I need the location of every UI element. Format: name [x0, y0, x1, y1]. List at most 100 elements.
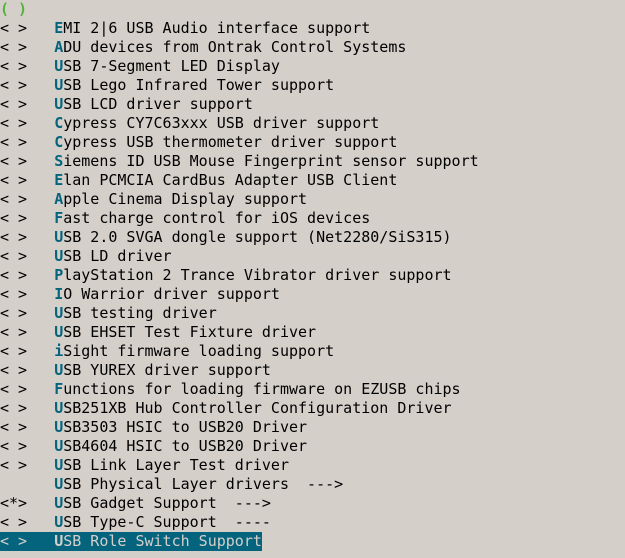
menu-item[interactable]: < > EMI 2|6 USB Audio interface support	[0, 19, 625, 38]
menu-item[interactable]: < > USB EHSET Test Fixture driver	[0, 323, 625, 342]
menu-item-label: O Warrior driver support	[63, 285, 280, 303]
tristate-bracket[interactable]: < >	[0, 456, 27, 474]
hotkey-char: U	[54, 475, 63, 493]
menu-item[interactable]: < > PlayStation 2 Trance Vibrator driver…	[0, 266, 625, 285]
hotkey-char: A	[54, 38, 63, 56]
hotkey-char: U	[54, 456, 63, 474]
tristate-bracket[interactable]: < >	[0, 323, 27, 341]
indent	[27, 152, 54, 170]
indent	[27, 437, 54, 455]
menu-item[interactable]: USB Physical Layer drivers --->	[0, 475, 625, 494]
tristate-bracket[interactable]: < >	[0, 532, 27, 550]
hotkey-char: A	[54, 190, 63, 208]
hotkey-char: U	[54, 304, 63, 322]
menu-item[interactable]: < > USB LCD driver support	[0, 95, 625, 114]
menu-item[interactable]: < > USB Role Switch Support	[0, 532, 625, 551]
indent	[27, 247, 54, 265]
tristate-bracket[interactable]: < >	[0, 171, 27, 189]
menu-item-label: SB3503 HSIC to USB20 Driver	[63, 418, 307, 436]
tristate-bracket[interactable]: < >	[0, 76, 27, 94]
hotkey-char: F	[54, 209, 63, 227]
menu-item[interactable]: < > Elan PCMCIA CardBus Adapter USB Clie…	[0, 171, 625, 190]
menu-item[interactable]: < > Cypress USB thermometer driver suppo…	[0, 133, 625, 152]
tristate-bracket[interactable]: < >	[0, 380, 27, 398]
menu-item[interactable]: < > Apple Cinema Display support	[0, 190, 625, 209]
menu-item[interactable]: < > USB Type-C Support ----	[0, 513, 625, 532]
menu-item[interactable]: < > USB testing driver	[0, 304, 625, 323]
menu-item[interactable]: < > USB Lego Infrared Tower support	[0, 76, 625, 95]
tristate-bracket[interactable]: < >	[0, 114, 27, 132]
tristate-bracket[interactable]: < >	[0, 247, 27, 265]
menu-item-label: SB Role Switch Support	[63, 532, 262, 550]
menu-item[interactable]: < > Siemens ID USB Mouse Fingerprint sen…	[0, 152, 625, 171]
tristate-bracket[interactable]: < >	[0, 266, 27, 284]
hotkey-char: C	[54, 133, 63, 151]
indent	[27, 532, 54, 550]
hotkey-char: U	[54, 57, 63, 75]
menu-item-label: SB 2.0 SVGA dongle support (Net2280/SiS3…	[63, 228, 451, 246]
tristate-bracket[interactable]: < >	[0, 437, 27, 455]
tristate-bracket[interactable]: < >	[0, 209, 27, 227]
menu-item-label: SB Lego Infrared Tower support	[63, 76, 334, 94]
indent	[27, 114, 54, 132]
menu-item[interactable]: < > Functions for loading firmware on EZ…	[0, 380, 625, 399]
menu-item-label: SB LD driver	[63, 247, 171, 265]
hotkey-char: U	[54, 228, 63, 246]
hotkey-char: U	[54, 532, 63, 550]
tristate-bracket[interactable]: < >	[0, 228, 27, 246]
menu-item-label: SB4604 HSIC to USB20 Driver	[63, 437, 307, 455]
tristate-bracket[interactable]: < >	[0, 513, 27, 531]
indent	[27, 19, 54, 37]
indent	[27, 304, 54, 322]
indent	[27, 418, 54, 436]
tristate-bracket[interactable]: < >	[0, 190, 27, 208]
tristate-bracket[interactable]	[0, 475, 27, 493]
menu-item-label: SB LCD driver support	[63, 95, 253, 113]
menu-item[interactable]: < > Cypress CY7C63xxx USB driver support	[0, 114, 625, 133]
menu-item-label: SB251XB Hub Controller Configuration Dri…	[63, 399, 451, 417]
menu-item[interactable]: < > USB 2.0 SVGA dongle support (Net2280…	[0, 228, 625, 247]
menu-item-label: SB Link Layer Test driver	[63, 456, 289, 474]
menu-item[interactable]: < > USB YUREX driver support	[0, 361, 625, 380]
indent	[27, 209, 54, 227]
menu-item[interactable]: < > USB4604 HSIC to USB20 Driver	[0, 437, 625, 456]
tristate-bracket[interactable]: < >	[0, 418, 27, 436]
indent	[27, 133, 54, 151]
hotkey-char: U	[54, 418, 63, 436]
menu-item-label: iemens ID USB Mouse Fingerprint sensor s…	[63, 152, 478, 170]
menu-item[interactable]: < > USB251XB Hub Controller Configuratio…	[0, 399, 625, 418]
menu-item-label: MI 2|6 USB Audio interface support	[63, 19, 370, 37]
menu-item-label: SB 7-Segment LED Display	[63, 57, 280, 75]
tristate-bracket[interactable]: < >	[0, 361, 27, 379]
menu-item[interactable]: < > Fast charge control for iOS devices	[0, 209, 625, 228]
menu-item[interactable]: < > ADU devices from Ontrak Control Syst…	[0, 38, 625, 57]
hotkey-char: i	[54, 342, 63, 360]
hotkey-char: U	[54, 513, 63, 531]
menu-item-label: Sight firmware loading support	[63, 342, 334, 360]
menu-item[interactable]: < > USB 7-Segment LED Display	[0, 57, 625, 76]
tristate-bracket[interactable]: < >	[0, 342, 27, 360]
tristate-bracket[interactable]: < >	[0, 304, 27, 322]
tristate-bracket[interactable]: < >	[0, 38, 27, 56]
tristate-bracket[interactable]: < >	[0, 57, 27, 75]
tristate-bracket[interactable]: < >	[0, 399, 27, 417]
menu-item[interactable]: <*> USB Gadget Support --->	[0, 494, 625, 513]
indent	[27, 95, 54, 113]
indent	[27, 361, 54, 379]
menu-item[interactable]: < > USB3503 HSIC to USB20 Driver	[0, 418, 625, 437]
tristate-bracket[interactable]: < >	[0, 285, 27, 303]
hotkey-char: U	[54, 76, 63, 94]
tristate-bracket[interactable]: < >	[0, 95, 27, 113]
tristate-bracket[interactable]: < >	[0, 19, 27, 37]
tristate-bracket[interactable]: < >	[0, 133, 27, 151]
hotkey-char: U	[54, 494, 63, 512]
tristate-bracket[interactable]: <*>	[0, 494, 27, 512]
menu-item[interactable]: < > IO Warrior driver support	[0, 285, 625, 304]
menu-item[interactable]: < > USB Link Layer Test driver	[0, 456, 625, 475]
hotkey-char: U	[54, 399, 63, 417]
hotkey-char: F	[54, 380, 63, 398]
menu-item[interactable]: < > iSight firmware loading support	[0, 342, 625, 361]
indent	[27, 513, 54, 531]
menu-item[interactable]: < > USB LD driver	[0, 247, 625, 266]
tristate-bracket[interactable]: < >	[0, 152, 27, 170]
